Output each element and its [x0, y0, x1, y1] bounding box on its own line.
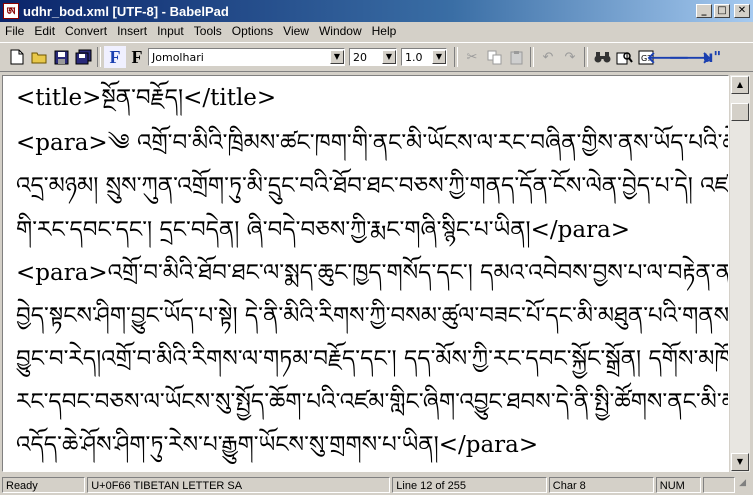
- cut-icon[interactable]: ✂: [461, 46, 483, 68]
- menu-help[interactable]: Help: [367, 22, 402, 41]
- toolbar-separator: [584, 47, 588, 67]
- arrow-right-icon[interactable]: 🡒: [669, 46, 712, 68]
- status-line-number: Line 12 of 255: [392, 476, 547, 493]
- font-name-combo[interactable]: Jomolhari ▼: [148, 48, 345, 66]
- font-format-black-button[interactable]: F: [126, 46, 148, 68]
- document-line: <title>སྔོན་བརྗོད།</title>: [16, 85, 277, 111]
- font-format-blue-button[interactable]: F: [104, 46, 126, 68]
- menu-window[interactable]: Window: [314, 22, 367, 41]
- status-char-position: Char 8: [548, 476, 654, 493]
- save-icon[interactable]: [50, 46, 72, 68]
- resize-grip-icon[interactable]: ◢: [739, 478, 753, 492]
- toolbar-separator: [454, 47, 458, 67]
- document-line: བྱེད་སྟངས་ཤིག་བྱུང་ཡོད་པ་སྟེ། དེ་ནི་མིའི…: [16, 303, 729, 329]
- vertical-scrollbar[interactable]: ▲ ▼: [730, 75, 750, 472]
- chevron-down-icon[interactable]: ▼: [382, 50, 396, 64]
- redo-icon[interactable]: ↷: [559, 46, 581, 68]
- menu-file[interactable]: File: [0, 22, 29, 41]
- menu-tools[interactable]: Tools: [189, 22, 227, 41]
- open-folder-icon[interactable]: [28, 46, 50, 68]
- undo-icon[interactable]: ↶: [537, 46, 559, 68]
- menu-edit[interactable]: Edit: [29, 22, 60, 41]
- toolbar: F F Jomolhari ▼ 20 ▼ 1.0 ▼ ✂ ↶ ↷ G? 🡐 🡒 …: [0, 42, 753, 72]
- status-bar: Ready U+0F66 TIBETAN LETTER SA Line 12 o…: [0, 474, 753, 495]
- chevron-down-icon[interactable]: ▼: [330, 50, 344, 64]
- font-name-value: Jomolhari: [152, 50, 204, 64]
- font-size-value: 20: [353, 50, 367, 64]
- babelpad-app-icon[interactable]: ཨ: [3, 3, 19, 19]
- toolbar-separator: [530, 47, 534, 67]
- toolbar-separator: [97, 47, 101, 67]
- find-replace-icon[interactable]: [613, 46, 635, 68]
- window-title: udhr_bod.xml [UTF-8] - BabelPad: [23, 3, 229, 19]
- scroll-thumb[interactable]: [731, 103, 749, 121]
- line-spacing-combo[interactable]: 1.0 ▼: [401, 48, 447, 66]
- menu-options[interactable]: Options: [227, 22, 278, 41]
- menu-input[interactable]: Input: [152, 22, 189, 41]
- status-ready: Ready: [2, 476, 86, 493]
- menu-bar: File Edit Convert Insert Input Tools Opt…: [0, 22, 753, 41]
- document-line: འདོད་ཆེ་ཤོས་ཤིག་ཏུ་རེས་པ་རྒྱུག་ཡོངས་སུ་ག…: [16, 432, 539, 458]
- menu-insert[interactable]: Insert: [112, 22, 152, 41]
- find-binoculars-icon[interactable]: [591, 46, 613, 68]
- new-file-icon[interactable]: [6, 46, 28, 68]
- save-all-icon[interactable]: [72, 46, 94, 68]
- status-character-info: U+0F66 TIBETAN LETTER SA: [87, 476, 391, 493]
- document-line: རང་དབང་བཅས་ལ་ཡོངས་སུ་སྤྱོད་ཆོག་པའི་འཛམ་ག…: [16, 389, 728, 415]
- document-line: <para>འགྲོ་བ་མིའི་ཐོབ་ཐང་ལ་སྨད་ཆུང་ཁྱད་ག…: [16, 260, 729, 286]
- document-line: འདྲ་མཉམ། སྲུས་ཀུན་འགྲོག་ཏུ་མི་དྲུང་བའི་ཐ…: [16, 173, 729, 199]
- status-num-lock: NUM: [655, 476, 702, 493]
- menu-convert[interactable]: Convert: [60, 22, 112, 41]
- copy-icon[interactable]: [483, 46, 505, 68]
- unicode-lookup-button[interactable]: u": [701, 46, 723, 68]
- scroll-up-arrow-icon[interactable]: ▲: [731, 76, 749, 94]
- close-button[interactable]: ✕: [734, 4, 750, 18]
- chevron-down-icon[interactable]: ▼: [432, 50, 446, 64]
- title-bar[interactable]: ཨ udhr_bod.xml [UTF-8] - BabelPad _ □ ✕: [0, 0, 753, 22]
- scroll-down-arrow-icon[interactable]: ▼: [731, 453, 749, 471]
- maximize-button[interactable]: □: [714, 4, 730, 18]
- status-empty-panel: [703, 476, 736, 493]
- menu-view[interactable]: View: [278, 22, 314, 41]
- document-line: <para>༄ འགྲོ་བ་མིའི་ཁྲིམས་ཚང་ཁག་གི་ནང་མི…: [16, 130, 728, 156]
- font-size-combo[interactable]: 20 ▼: [349, 48, 397, 66]
- text-editor[interactable]: <title>སྔོན་བརྗོད།</title> <para>༄ འགྲོ་…: [2, 75, 729, 472]
- minimize-button[interactable]: _: [696, 4, 712, 18]
- paste-icon[interactable]: [505, 46, 527, 68]
- line-spacing-value: 1.0: [405, 50, 423, 64]
- document-line: གི་རང་དབང་དང་། དྲང་བདེན། ཞི་བདེ་བཅས་ཀྱི་…: [16, 217, 631, 243]
- document-line: བྱུང་བ་རེད།འགྲོ་བ་མིའི་རིགས་ལ་གཏམ་བརྗོད་…: [16, 346, 729, 372]
